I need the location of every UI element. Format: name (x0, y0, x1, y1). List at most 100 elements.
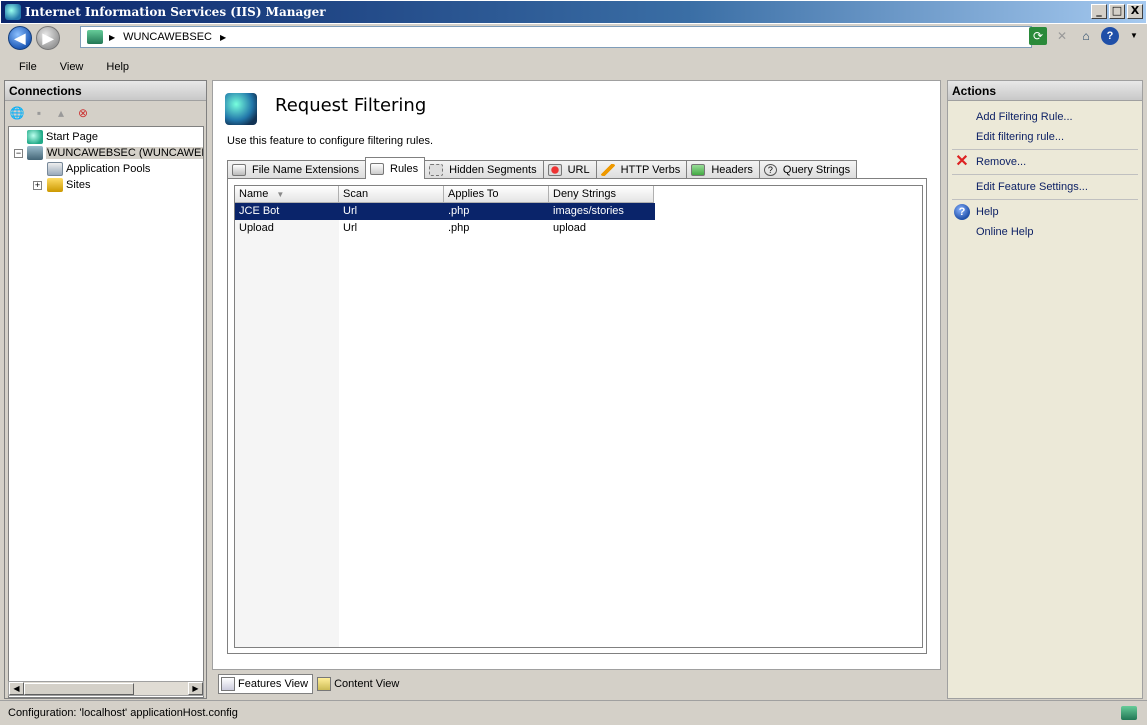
view-label: Content View (334, 678, 400, 690)
tree-item-sites[interactable]: Sites (47, 177, 90, 193)
lightning-icon (600, 164, 615, 176)
rules-grid[interactable]: Name ▼ Scan Applies To Deny Strings JCE B… (234, 185, 923, 648)
feature-tabs: File Name Extensions Rules Hidden Segmen… (227, 157, 927, 179)
stop-icon[interactable]: ✕ (1053, 27, 1071, 45)
connect-globe-icon[interactable]: 🌐 (8, 104, 26, 122)
column-header-name[interactable]: Name ▼ (235, 186, 339, 203)
tab-label: Query Strings (782, 164, 851, 176)
url-deny-icon (547, 164, 562, 176)
tab-rules[interactable]: Rules (365, 157, 426, 179)
title-bar: Internet Information Services (IIS) Mana… (0, 0, 1147, 24)
address-bar[interactable]: ▶ WUNCAWEBSEC ▶ (80, 26, 1032, 48)
view-label: Features View (238, 678, 309, 690)
view-switcher: Features View Content View (212, 672, 941, 696)
tree-item-label: Start Page (46, 131, 98, 143)
connections-panel: Connections 🌐 ▪ ▴ ⊗ Start Page − WUNCAWE… (4, 80, 207, 699)
menu-file[interactable]: File (12, 59, 37, 75)
column-header-scan[interactable]: Scan (339, 186, 444, 203)
cell-name: JCE Bot (239, 205, 280, 217)
status-bar: Configuration: 'localhost' applicationHo… (0, 700, 1147, 725)
scroll-right-icon[interactable]: ▶ (188, 682, 203, 695)
column-header-deny-strings[interactable]: Deny Strings (549, 186, 654, 203)
features-view-button[interactable]: Features View (218, 674, 314, 694)
actions-panel: Actions Add Filtering Rule... Edit filte… (947, 80, 1143, 699)
cell-deny-strings: images/stories (553, 205, 624, 217)
edit-feature-settings-link[interactable]: Edit Feature Settings... (976, 181, 1088, 193)
actions-divider (952, 174, 1138, 175)
forward-button[interactable]: ▶ (36, 26, 60, 50)
address-toolbar: ⟳ ✕ ⌂ ? ▼ (1029, 27, 1143, 45)
rules-icon (370, 162, 384, 175)
breadcrumb-arrow-icon[interactable]: ▶ (220, 33, 226, 42)
minimize-button[interactable]: _ (1091, 4, 1107, 19)
help-dropdown-icon[interactable]: ▼ (1125, 27, 1143, 45)
page-title: Request Filtering (275, 95, 427, 116)
tab-headers[interactable]: Headers (686, 160, 760, 179)
tree-item-label: Sites (66, 179, 91, 191)
help-link[interactable]: Help (976, 206, 999, 218)
sites-icon (47, 178, 63, 192)
hidden-segments-icon (429, 164, 444, 176)
request-filtering-icon (225, 93, 257, 125)
breadcrumb-server[interactable]: WUNCAWEBSEC (123, 31, 212, 43)
back-button[interactable]: ◀ (8, 26, 32, 50)
address-row: ◀ ▶ ▶ WUNCAWEBSEC ▶ ⟳ ✕ ⌂ ? ▼ (0, 24, 1147, 52)
connections-tree[interactable]: Start Page − WUNCAWEBSEC (WUNCAWEBSEC\ A… (8, 126, 204, 698)
server-status-icon (1121, 706, 1137, 720)
save-icon[interactable]: ▪ (30, 104, 48, 122)
add-filtering-rule-link[interactable]: Add Filtering Rule... (976, 111, 1073, 123)
tab-label: Headers (711, 164, 753, 176)
table-row[interactable]: Upload Url .php upload (235, 220, 655, 237)
tree-item-server[interactable]: WUNCAWEBSEC (WUNCAWEBSEC\ (27, 145, 203, 161)
connections-header: Connections (5, 81, 206, 101)
scroll-left-icon[interactable]: ◀ (9, 682, 24, 695)
headers-icon (691, 164, 706, 176)
menu-view[interactable]: View (53, 59, 84, 75)
column-header-label: Name (239, 188, 269, 200)
collapse-icon[interactable]: − (14, 149, 23, 158)
status-text: Configuration: 'localhost' applicationHo… (8, 707, 238, 719)
horizontal-scrollbar[interactable]: ◀ ▶ (8, 681, 204, 696)
file-extension-icon (232, 164, 246, 176)
menu-help[interactable]: Help (99, 59, 129, 75)
tab-file-name-extensions[interactable]: File Name Extensions (227, 160, 366, 179)
up-level-icon[interactable]: ▴ (52, 104, 70, 122)
edit-filtering-rule-link[interactable]: Edit filtering rule... (976, 131, 1064, 143)
tab-label: File Name Extensions (252, 164, 359, 176)
help-icon: ? (954, 204, 970, 220)
name-column-background (235, 203, 339, 647)
remove-link[interactable]: Remove... (976, 156, 1026, 168)
disconnect-icon[interactable]: ⊗ (74, 104, 92, 122)
breadcrumb-arrow-icon[interactable]: ▶ (109, 33, 115, 42)
tab-label: HTTP Verbs (620, 164, 681, 176)
table-row[interactable]: JCE Bot Url .php images/stories (235, 203, 655, 220)
window-controls: _ □ X (1091, 4, 1143, 19)
rules-tab-content: Name ▼ Scan Applies To Deny Strings JCE B… (227, 178, 927, 654)
cell-scan: Url (343, 222, 358, 234)
connections-toolbar: 🌐 ▪ ▴ ⊗ (5, 101, 206, 125)
column-header-applies-to[interactable]: Applies To (444, 186, 549, 203)
scrollbar-thumb[interactable] (24, 683, 134, 695)
home-icon[interactable]: ⌂ (1077, 27, 1095, 45)
content-view-button[interactable]: Content View (315, 674, 403, 694)
tree-item-app-pools[interactable]: Application Pools (47, 161, 150, 177)
actions-divider (952, 149, 1138, 150)
refresh-icon[interactable]: ⟳ (1029, 27, 1047, 45)
tab-http-verbs[interactable]: HTTP Verbs (595, 160, 688, 179)
online-help-link[interactable]: Online Help (976, 226, 1033, 238)
tree-item-start-page[interactable]: Start Page (27, 129, 98, 145)
cell-deny-strings: upload (553, 222, 587, 234)
help-icon[interactable]: ? (1101, 27, 1119, 45)
menu-bar: File View Help (0, 56, 1147, 78)
close-button[interactable]: X (1127, 4, 1143, 19)
tab-hidden-segments[interactable]: Hidden Segments (424, 160, 544, 179)
maximize-button[interactable]: □ (1109, 4, 1125, 19)
sort-arrow-icon: ▼ (276, 190, 285, 199)
tab-label: Hidden Segments (449, 164, 537, 176)
tree-item-label: WUNCAWEBSEC (WUNCAWEBSEC\ (46, 147, 203, 159)
tab-query-strings[interactable]: ? Query Strings (758, 160, 858, 179)
expand-icon[interactable]: + (33, 181, 42, 190)
tab-label: URL (567, 164, 590, 176)
tab-url[interactable]: URL (542, 160, 597, 179)
iis-app-icon (5, 4, 21, 20)
